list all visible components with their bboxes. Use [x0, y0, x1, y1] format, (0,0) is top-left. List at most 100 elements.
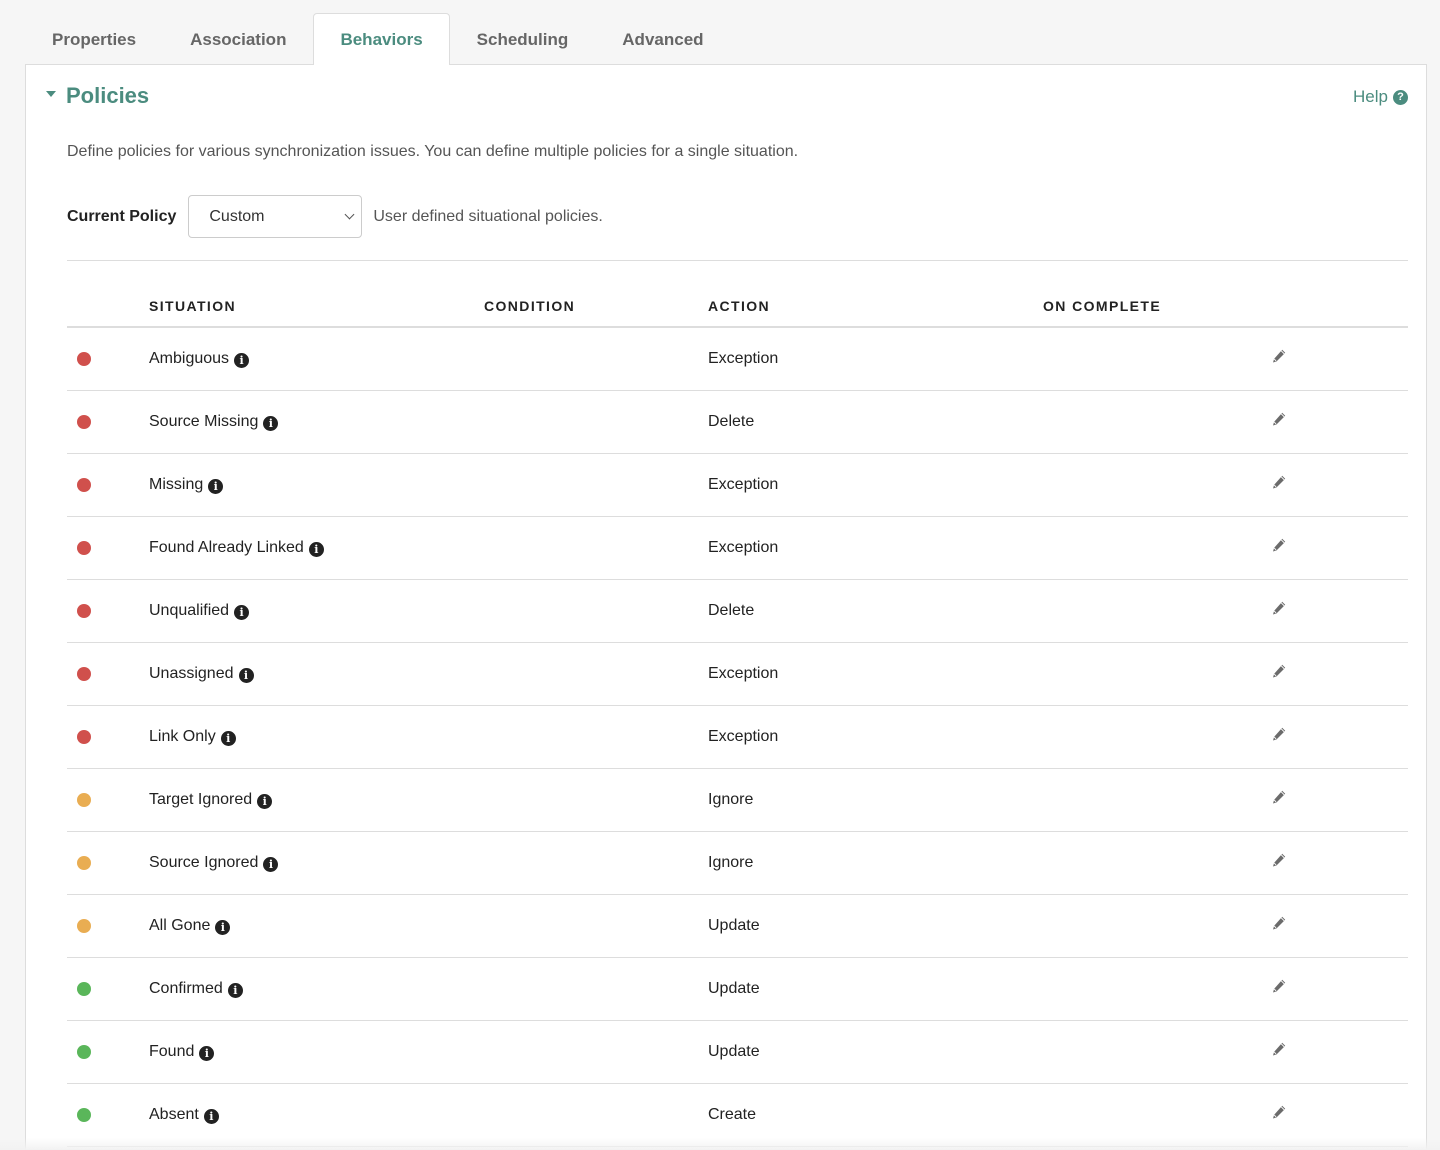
- chevron-down-icon: [344, 209, 355, 220]
- status-cell: [67, 642, 149, 706]
- info-circle-icon[interactable]: i: [234, 604, 250, 620]
- edit-cell: [1271, 327, 1408, 391]
- section-title: Policies: [66, 83, 150, 108]
- current-policy-label: Current Policy: [67, 207, 177, 225]
- pencil-icon[interactable]: [1271, 663, 1287, 679]
- policies-section-toggle[interactable]: Policies: [46, 83, 149, 109]
- action-cell: Delete: [708, 579, 1043, 643]
- status-cell: [67, 831, 149, 895]
- condition-cell: [484, 705, 708, 769]
- situation-label: Target Ignored: [149, 790, 253, 808]
- action-cell: Exception: [708, 705, 1043, 769]
- situation-label: All Gone: [149, 916, 211, 934]
- pencil-icon[interactable]: [1271, 915, 1287, 931]
- tab-properties[interactable]: Properties: [25, 13, 163, 65]
- pencil-icon[interactable]: [1271, 348, 1287, 364]
- edit-cell: [1271, 957, 1408, 1021]
- situation-cell: Found Already Linked i: [149, 516, 484, 580]
- info-circle-icon[interactable]: i: [238, 667, 254, 683]
- pencil-icon[interactable]: [1271, 1041, 1287, 1057]
- on-complete-cell: [1043, 705, 1271, 769]
- table-row: Link Only i Exception: [67, 705, 1408, 769]
- info-circle-icon[interactable]: i: [227, 982, 243, 998]
- pencil-icon[interactable]: [1271, 726, 1287, 742]
- tab-association[interactable]: Association: [163, 13, 313, 65]
- situation-cell: Unqualified i: [149, 579, 484, 643]
- info-circle-icon[interactable]: i: [263, 856, 279, 872]
- pencil-icon[interactable]: [1271, 1104, 1287, 1120]
- info-circle-icon[interactable]: i: [203, 1108, 219, 1124]
- on-complete-cell: [1043, 831, 1271, 895]
- current-policy-row: Current Policy Custom User defined situa…: [67, 195, 603, 238]
- pencil-icon[interactable]: [1271, 474, 1287, 490]
- condition-cell: [484, 894, 708, 958]
- edit-cell: [1271, 1083, 1408, 1147]
- status-cell: [67, 705, 149, 769]
- status-cell: [67, 390, 149, 454]
- situation-label: Unassigned: [149, 664, 234, 682]
- status-dot-icon: [77, 855, 91, 870]
- info-circle-icon[interactable]: i: [234, 352, 250, 368]
- edit-cell: [1271, 831, 1408, 895]
- info-circle-icon[interactable]: i: [215, 919, 231, 935]
- situation-label: Link Only: [149, 727, 216, 745]
- tab-scheduling[interactable]: Scheduling: [450, 13, 596, 65]
- condition-cell: [484, 642, 708, 706]
- pencil-icon[interactable]: [1271, 978, 1287, 994]
- status-dot-icon: [77, 540, 91, 555]
- pencil-icon[interactable]: [1271, 852, 1287, 868]
- status-cell: [67, 894, 149, 958]
- status-cell: [67, 957, 149, 1021]
- pencil-icon[interactable]: [1271, 600, 1287, 616]
- tab-advanced[interactable]: Advanced: [595, 13, 730, 65]
- status-dot-icon: [77, 351, 91, 366]
- situation-cell: Missing i: [149, 453, 484, 517]
- table-row: Unqualified i Delete: [67, 579, 1408, 643]
- on-complete-cell: [1043, 894, 1271, 958]
- condition-cell: [484, 1083, 708, 1147]
- info-circle-icon[interactable]: i: [199, 1045, 215, 1061]
- current-policy-select[interactable]: Custom: [188, 195, 363, 238]
- situation-label: Source Ignored: [149, 853, 259, 871]
- situation-cell: Source Ignored i: [149, 831, 484, 895]
- question-circle-icon: ?: [1393, 89, 1408, 105]
- status-dot-icon: [77, 918, 91, 933]
- on-complete-cell: [1043, 453, 1271, 517]
- pencil-icon[interactable]: [1271, 789, 1287, 805]
- info-circle-icon[interactable]: i: [220, 730, 236, 746]
- situation-cell: Link Only i: [149, 705, 484, 769]
- condition-cell: [484, 957, 708, 1021]
- table-row: Found i Update: [67, 1020, 1408, 1084]
- edit-cell: [1271, 579, 1408, 643]
- status-cell: [67, 516, 149, 580]
- situation-label: Confirmed: [149, 979, 223, 997]
- header-condition: CONDITION: [484, 285, 708, 328]
- situation-label: Found: [149, 1042, 195, 1060]
- info-circle-icon[interactable]: i: [208, 478, 224, 494]
- policies-panel: Policies Help ? Define policies for vari…: [25, 64, 1427, 1150]
- info-circle-icon[interactable]: i: [257, 793, 273, 809]
- table-row: Confirmed i Update: [67, 957, 1408, 1021]
- on-complete-cell: [1043, 1083, 1271, 1147]
- help-link[interactable]: Help ?: [1353, 87, 1408, 107]
- pencil-icon[interactable]: [1271, 537, 1287, 553]
- header-status: [67, 285, 149, 328]
- header-action: ACTION: [708, 285, 1043, 328]
- status-dot-icon: [77, 729, 91, 744]
- edit-cell: [1271, 1020, 1408, 1084]
- info-circle-icon[interactable]: i: [308, 541, 324, 557]
- tab-behaviors[interactable]: Behaviors: [313, 13, 450, 65]
- status-dot-icon: [77, 981, 91, 996]
- pencil-icon[interactable]: [1271, 411, 1287, 427]
- table-row: Source Missing i Delete: [67, 390, 1408, 454]
- policies-table: SITUATION CONDITION ACTION ON COMPLETE A…: [67, 285, 1408, 1147]
- edit-cell: [1271, 516, 1408, 580]
- table-row: Ambiguous i Exception: [67, 327, 1408, 391]
- info-circle-icon[interactable]: i: [263, 415, 279, 431]
- table-row: Found Already Linked i Exception: [67, 516, 1408, 580]
- action-cell: Delete: [708, 390, 1043, 454]
- edit-cell: [1271, 390, 1408, 454]
- header-edit: [1271, 285, 1408, 328]
- condition-cell: [484, 327, 708, 391]
- table-row: Unassigned i Exception: [67, 642, 1408, 706]
